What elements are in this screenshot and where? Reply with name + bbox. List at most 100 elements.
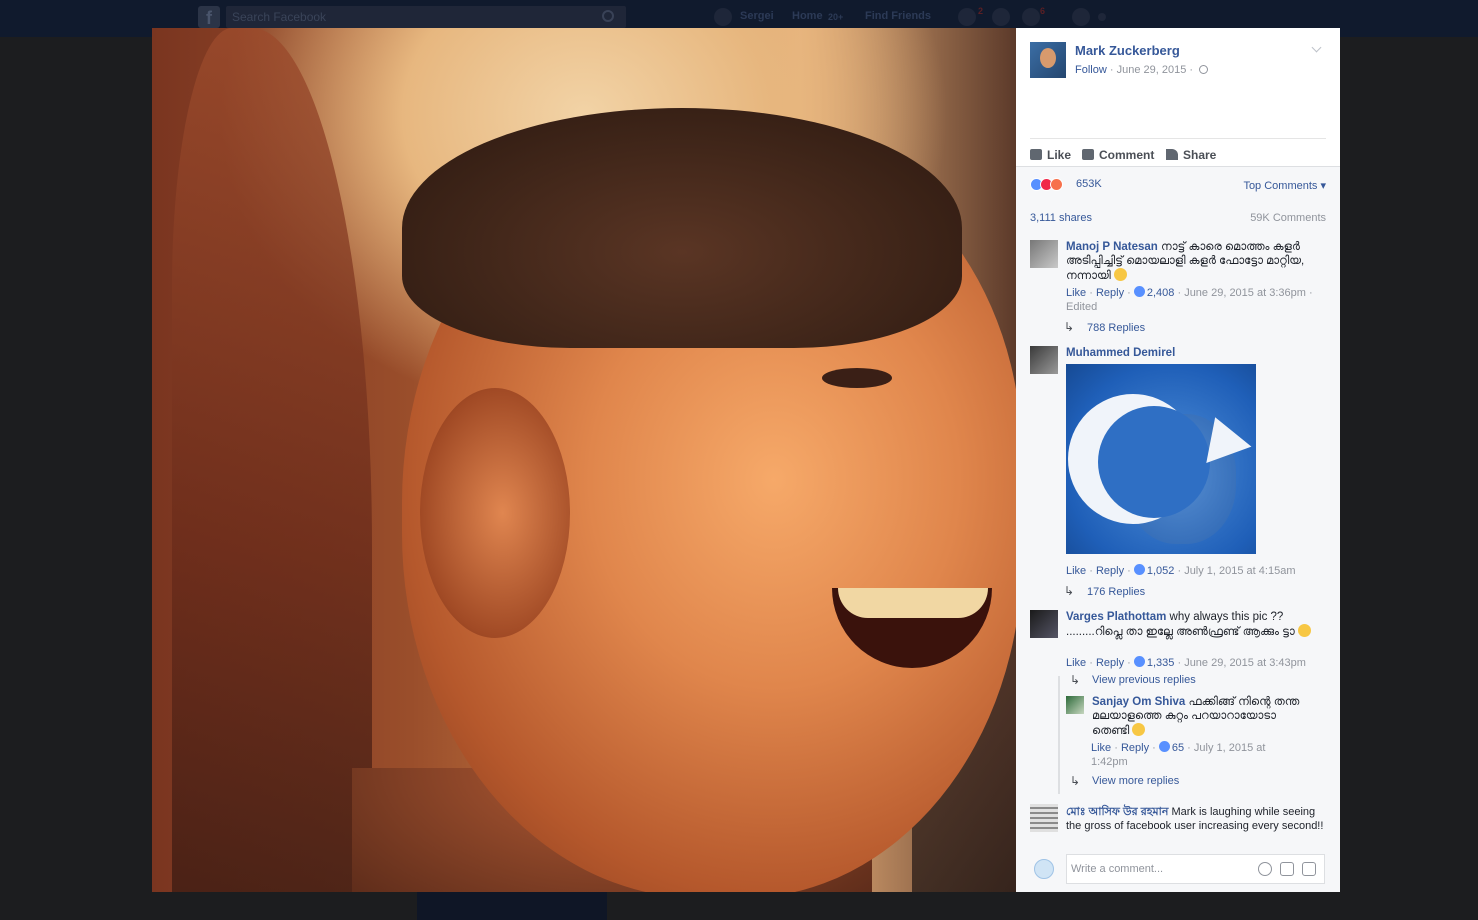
top-comments-dropdown[interactable]: Top Comments ▾ — [1243, 179, 1326, 192]
comment-likes[interactable]: 1,052 — [1147, 565, 1175, 577]
shares-count[interactable]: 3,111 shares — [1030, 212, 1092, 224]
comment-body: মোঃ আসিফ উর রহমান Mark is laughing while… — [1066, 805, 1328, 833]
comment-meta: Like · Reply · 1,335 · June 29, 2015 at … — [1066, 656, 1306, 669]
share-button[interactable]: Share — [1166, 148, 1216, 162]
nav-find-friends[interactable]: Find Friends — [865, 10, 931, 22]
nav-user[interactable]: Sergei — [740, 10, 774, 22]
messages-icon[interactable] — [992, 8, 1010, 26]
like-button[interactable]: Like — [1030, 148, 1071, 162]
reply-reply-link[interactable]: Reply — [1121, 742, 1149, 754]
angry-reaction-icon — [1050, 178, 1063, 191]
comment-body: Varges Plathottam why always this pic ??… — [1066, 610, 1328, 639]
reply-arrow-icon: ↳ — [1070, 774, 1081, 788]
comment-avatar[interactable] — [1030, 804, 1058, 832]
comment-reply-link[interactable]: Reply — [1096, 565, 1124, 577]
chevron-down-icon[interactable] — [1311, 42, 1322, 53]
meta-sep: · — [1109, 64, 1114, 76]
commenter-name[interactable]: Manoj P Natesan — [1066, 241, 1158, 253]
search-input[interactable]: Search Facebook — [226, 6, 626, 28]
friend-badge: 2 — [978, 6, 984, 16]
share-arrow-icon — [1166, 149, 1178, 160]
comment-body: Muhammed Demirel — [1066, 346, 1328, 360]
like-label: Like — [1047, 148, 1072, 162]
globe-icon — [1199, 65, 1209, 74]
comment-reply-link[interactable]: Reply — [1096, 657, 1124, 669]
thumbs-up-icon — [1030, 149, 1042, 160]
user-avatar-icon[interactable] — [714, 8, 732, 26]
comment-avatar[interactable] — [1030, 346, 1058, 374]
follow-link[interactable]: Follow — [1075, 64, 1107, 76]
meta-sep-2: · — [1189, 64, 1194, 76]
comment-reply-link[interactable]: Reply — [1096, 287, 1124, 299]
emoji-picker-icon[interactable] — [1258, 862, 1272, 876]
comment-time[interactable]: July 1, 2015 at 4:15am — [1184, 565, 1295, 577]
comment-label: Comment — [1099, 148, 1155, 162]
author-name[interactable]: Mark Zuckerberg — [1075, 43, 1180, 58]
like-badge-icon — [1133, 564, 1145, 575]
top-comments-label: Top Comments — [1243, 180, 1318, 192]
reply-arrow-icon: ↳ — [1064, 320, 1075, 334]
nav-home[interactable]: Home — [792, 10, 823, 22]
viewer-avatar — [1034, 859, 1054, 879]
reply-arrow-icon: ↳ — [1064, 584, 1075, 598]
comment-avatar[interactable] — [1030, 240, 1058, 268]
search-icon[interactable] — [602, 10, 614, 22]
comment-likes[interactable]: 2,408 — [1147, 287, 1175, 299]
comment-like-link[interactable]: Like — [1066, 287, 1086, 299]
photo-teeth — [838, 588, 988, 618]
post-meta: Follow · June 29, 2015 · — [1075, 64, 1209, 76]
emoji-icon — [1297, 624, 1311, 637]
comment-likes[interactable]: 1,335 — [1147, 657, 1175, 669]
comments-count[interactable]: 59K Comments — [1250, 212, 1326, 224]
commenter-name[interactable]: Varges Plathottam — [1066, 611, 1166, 623]
facebook-logo-icon[interactable]: f — [198, 6, 220, 28]
reply-meta: Like · Reply · 65 · July 1, 2015 at 1:42… — [1091, 741, 1266, 768]
comment-input[interactable]: Write a comment... — [1066, 854, 1325, 884]
comment-input-placeholder: Write a comment... — [1071, 863, 1164, 875]
camera-icon[interactable] — [1280, 862, 1294, 876]
comment-composer: Write a comment... — [1016, 850, 1340, 892]
reactions-count[interactable]: 653K — [1076, 178, 1102, 190]
comment-time[interactable]: June 29, 2015 at 3:43pm — [1184, 657, 1306, 669]
post-photo[interactable] — [152, 28, 1016, 892]
search-placeholder: Search Facebook — [232, 10, 327, 24]
comment-like-link[interactable]: Like — [1066, 565, 1086, 577]
comment-edited: Edited — [1066, 301, 1098, 313]
help-icon[interactable] — [1072, 8, 1090, 26]
settings-chevron-icon[interactable] — [1098, 13, 1106, 21]
photo-ear — [420, 388, 570, 638]
comment-attachment-image[interactable] — [1066, 364, 1256, 554]
view-previous-replies-link[interactable]: View previous replies — [1092, 674, 1196, 686]
author-avatar[interactable] — [1030, 42, 1066, 78]
reply-body: Sanjay Om Shiva ഫക്കിങ്ങ് നിന്റെ തന്ത മല… — [1092, 695, 1312, 738]
comment-meta: Like · Reply · 2,408 · June 29, 2015 at … — [1066, 286, 1313, 313]
post-actions: Like Comment Share — [1030, 138, 1326, 166]
view-replies-link[interactable]: 788 Replies — [1087, 322, 1145, 334]
photo-hair — [402, 108, 962, 348]
divider — [1016, 166, 1340, 167]
notif-badge: 6 — [1040, 6, 1046, 16]
friend-requests-icon[interactable] — [958, 8, 976, 26]
post-date[interactable]: June 29, 2015 — [1117, 64, 1187, 76]
comment-time[interactable]: June 29, 2015 at 3:36pm — [1184, 287, 1306, 299]
reply-likes[interactable]: 65 — [1172, 742, 1184, 754]
emoji-icon — [1113, 268, 1127, 281]
comment-like-link[interactable]: Like — [1066, 657, 1086, 669]
view-more-replies-link[interactable]: View more replies — [1092, 775, 1179, 787]
emoji-icon — [1132, 723, 1146, 736]
replier-name[interactable]: Sanjay Om Shiva — [1092, 696, 1185, 708]
commenter-name[interactable]: Muhammed Demirel — [1066, 347, 1175, 359]
notifications-icon[interactable] — [1022, 8, 1040, 26]
reply-avatar[interactable] — [1066, 696, 1084, 714]
comment-meta: Like · Reply · 1,052 · July 1, 2015 at 4… — [1066, 564, 1296, 577]
photo-eye — [822, 368, 892, 388]
like-badge-icon — [1133, 656, 1145, 667]
comment-body: Manoj P Natesan നാട്ട് കാരെ മൊത്തം കളർ അ… — [1066, 240, 1328, 283]
comment-avatar[interactable] — [1030, 610, 1058, 638]
home-badge: 20+ — [828, 12, 844, 22]
sticker-icon[interactable] — [1302, 862, 1316, 876]
view-replies-link[interactable]: 176 Replies — [1087, 586, 1145, 598]
reply-like-link[interactable]: Like — [1091, 742, 1111, 754]
comment-button[interactable]: Comment — [1082, 148, 1154, 162]
commenter-name[interactable]: মোঃ আসিফ উর রহমান — [1066, 806, 1168, 818]
